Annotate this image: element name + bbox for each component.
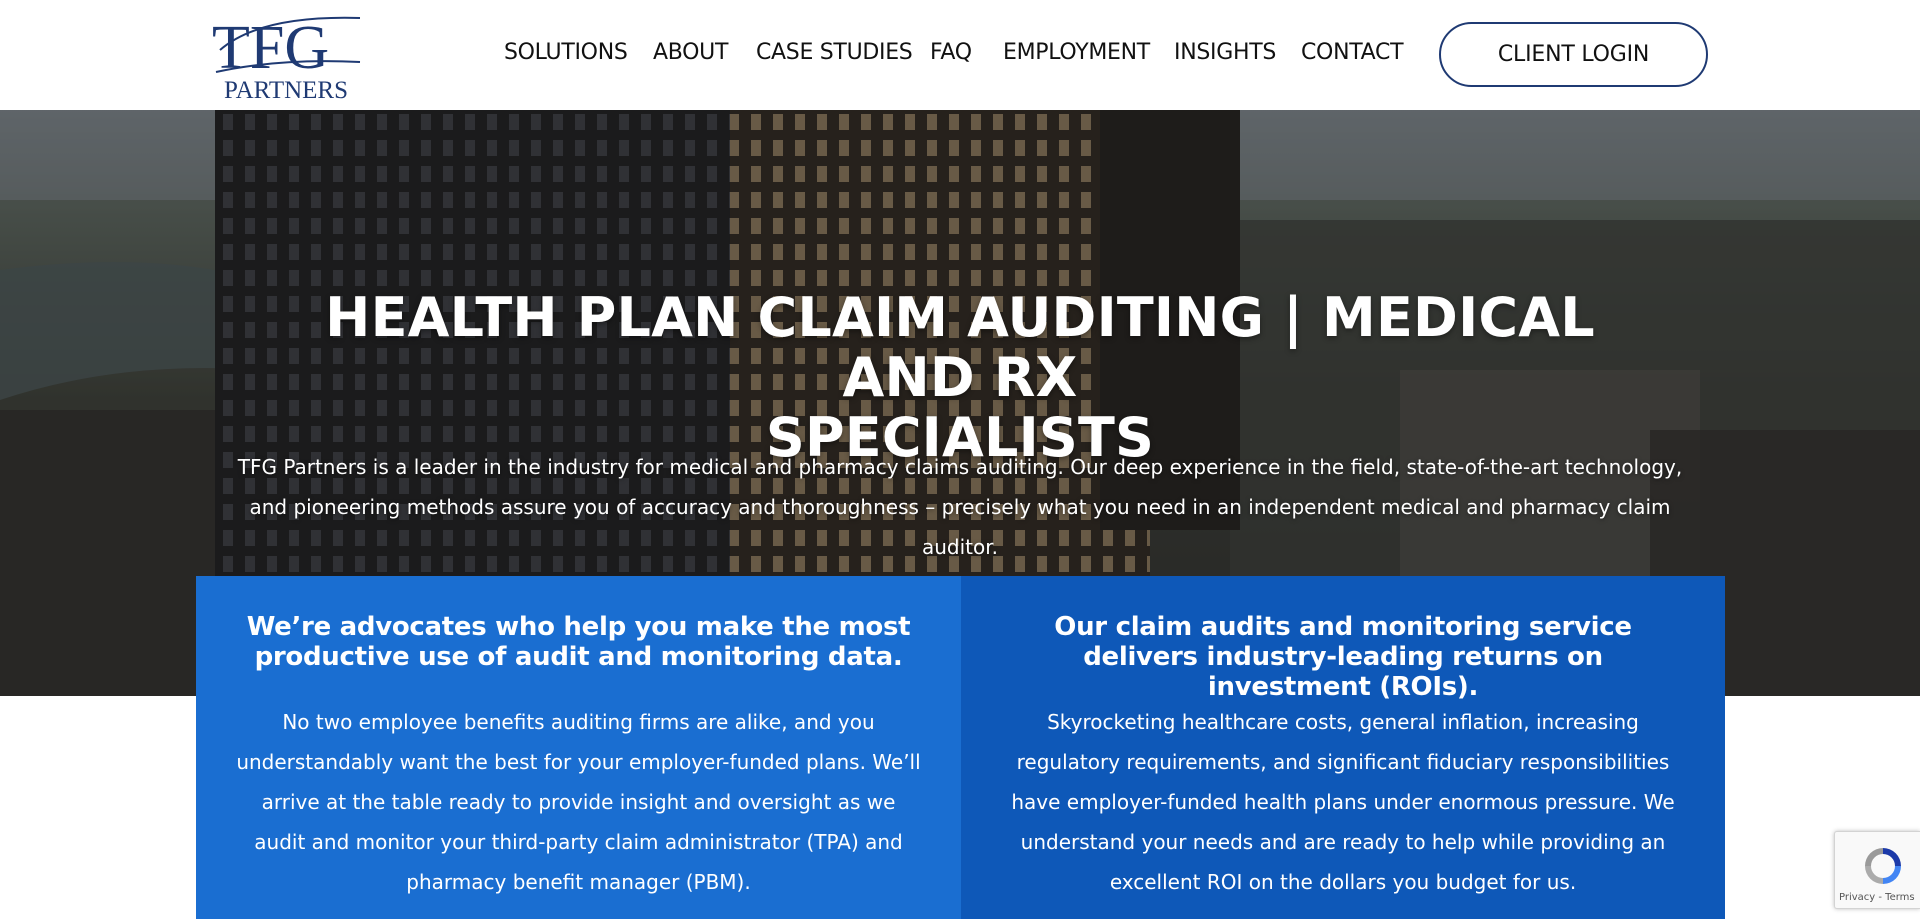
nav-faq[interactable]: FAQ (930, 40, 972, 65)
recaptcha-badge[interactable]: Privacy - Terms (1834, 831, 1920, 909)
nav-about[interactable]: ABOUT (653, 40, 728, 65)
recaptcha-icon (1865, 848, 1901, 884)
feature-title: Our claim audits and monitoring service … (1054, 612, 1632, 702)
logo-subtext: PARTNERS (224, 77, 348, 102)
nav-employment[interactable]: EMPLOYMENT (1003, 40, 1150, 65)
feature-title: We’re advocates who help you make the mo… (246, 612, 911, 672)
client-login-button[interactable]: CLIENT LOGIN (1439, 22, 1708, 87)
nav-case-studies[interactable]: CASE STUDIES (756, 40, 913, 65)
logo-wordmark: TFG (212, 14, 329, 82)
hero-title: HEALTH PLAN CLAIM AUDITING | MEDICAL AND… (260, 288, 1660, 468)
feature-box-advocates: We’re advocates who help you make the mo… (196, 576, 961, 919)
hero-description: TFG Partners is a leader in the industry… (237, 455, 1683, 559)
nav-contact[interactable]: CONTACT (1301, 40, 1404, 65)
nav-solutions[interactable]: SOLUTIONS (504, 40, 628, 65)
recaptcha-privacy-terms[interactable]: Privacy - Terms (1839, 892, 1915, 903)
feature-text: No two employee benefits auditing firms … (236, 710, 921, 894)
feature-box-roi: Our claim audits and monitoring service … (961, 576, 1725, 919)
feature-text: Skyrocketing healthcare costs, general i… (1011, 710, 1675, 894)
site-header: TFG PARTNERS SOLUTIONS ABOUT CASE STUDIE… (0, 0, 1920, 110)
hero-title-line-1: HEALTH PLAN CLAIM AUDITING | MEDICAL AND… (325, 286, 1595, 409)
nav-insights[interactable]: INSIGHTS (1174, 40, 1276, 65)
tfg-partners-logo[interactable]: TFG PARTNERS (210, 10, 365, 102)
